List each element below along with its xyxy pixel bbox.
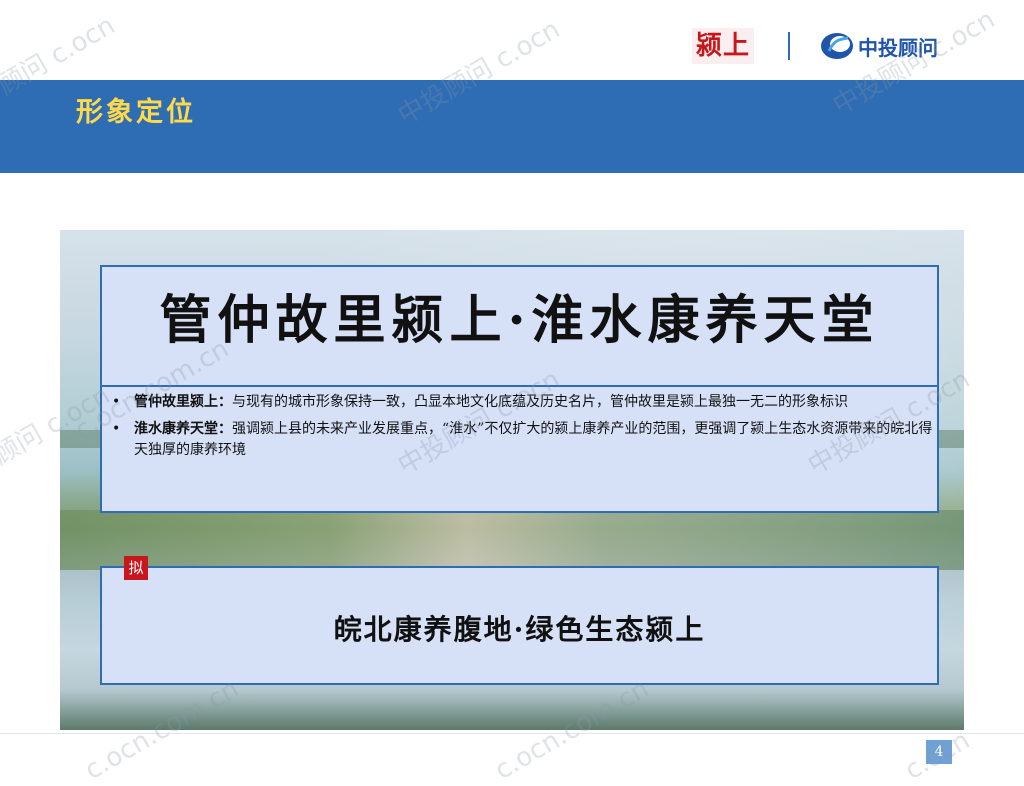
- list-item: • 淮水康养天堂：强调颍上县的未来产业发展重点，“淮水”不仅扩大的颍上康养产业的…: [112, 419, 934, 461]
- company-logo: 中投顾问: [820, 30, 938, 62]
- section-title: 形象定位: [76, 97, 196, 128]
- slogan-title: 管仲故里颍上·淮水康养天堂: [159, 290, 880, 351]
- company-name: 中投顾问: [858, 35, 938, 60]
- proposed-slogan: 皖北康养腹地·绿色生态颍上: [333, 613, 706, 646]
- logo-divider: [788, 32, 790, 60]
- bullet-text: 强调颍上县的未来产业发展重点，“淮水”不仅扩大的颍上康养产业的范围，更强调了颍上…: [134, 421, 933, 458]
- bullet-term: 管仲故里颍上: [134, 394, 218, 410]
- bullet-icon: •: [112, 394, 121, 410]
- bullet-separator: ：: [218, 421, 232, 437]
- shoreline: [60, 510, 964, 570]
- list-item: • 管仲故里颍上：与现有的城市形象保持一致，凸显本地文化底蕴及历史名片，管仲故里…: [112, 392, 934, 413]
- bullet-icon: •: [112, 421, 121, 437]
- footer-line: [0, 733, 1024, 734]
- bullet-term: 淮水康养天堂: [134, 421, 218, 437]
- explanation-list: • 管仲故里颍上：与现有的城市形象保持一致，凸显本地文化底蕴及历史名片，管仲故里…: [112, 392, 934, 467]
- client-logo: 颍上: [692, 28, 754, 64]
- bullet-text: 与现有的城市形象保持一致，凸显本地文化底蕴及历史名片，管仲故里是颍上最独一无二的…: [232, 394, 848, 410]
- bullet-separator: ：: [218, 394, 232, 410]
- page-number: 4: [926, 740, 952, 764]
- company-logo-mark-icon: [821, 33, 853, 59]
- proposed-badge: 拟: [124, 556, 148, 580]
